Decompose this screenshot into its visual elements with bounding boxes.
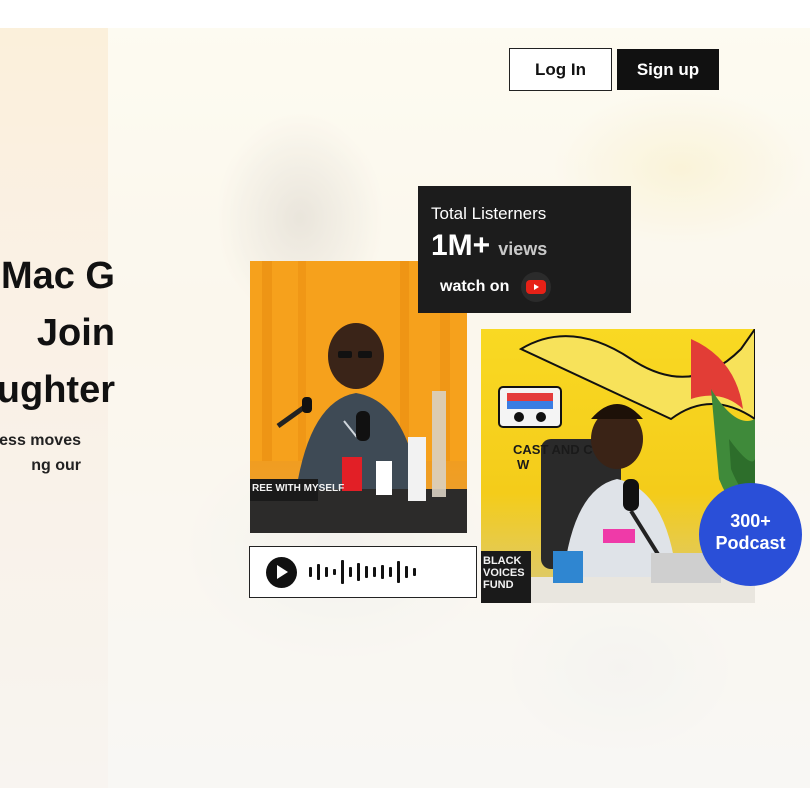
watch-on-youtube-link[interactable]: watch on	[440, 272, 631, 302]
play-triangle	[276, 565, 288, 579]
waveform-bar	[317, 564, 320, 580]
stats-title: Total Listerners	[431, 204, 547, 223]
stats-unit: views	[498, 239, 548, 259]
hero-subtitle: ess moves ng our	[0, 428, 81, 478]
waveform-bar	[349, 567, 352, 577]
waveform-bar	[357, 563, 360, 581]
youtube-icon[interactable]	[521, 272, 552, 302]
waveform-bar	[373, 567, 376, 577]
waveform-bar	[389, 567, 392, 577]
total-listeners-card: Total Listerners 1M+ views watch on	[418, 186, 631, 313]
book-text-line: FUND	[483, 579, 514, 591]
play-icon[interactable]	[266, 556, 297, 588]
stats-value-row: 1M+ views	[431, 230, 631, 262]
youtube-logo-svg	[526, 280, 547, 294]
watch-on-label: watch on	[440, 278, 510, 295]
waveform-bar	[325, 567, 328, 577]
badge-count: 300+	[730, 511, 771, 531]
waveform-bar	[309, 567, 312, 577]
hero-title-line: ughter	[0, 369, 115, 411]
audio-player[interactable]	[249, 546, 477, 598]
audio-waveform	[309, 557, 421, 587]
waveform-bar	[381, 565, 384, 579]
waveform-bar	[341, 560, 344, 584]
hero-title-line: Mac G	[0, 255, 115, 297]
hero-title: Mac G Join ughter	[0, 248, 115, 419]
waveform-bar	[413, 568, 416, 576]
photo2-poster-text-2: W	[517, 457, 530, 472]
waveform-bar	[333, 569, 336, 575]
badge-label: Podcast	[715, 533, 786, 553]
hero-subtitle-line: ng our	[31, 457, 81, 474]
book-text-line: VOICES	[483, 567, 525, 579]
waveform-bar	[365, 566, 368, 578]
book-text-line: BLACK	[483, 555, 522, 567]
podcast-count-badge: 300+ Podcast	[699, 483, 802, 586]
photo1-sign-text: REE WITH MYSELF	[252, 483, 345, 494]
photo2-poster-text: CAST AND C	[513, 442, 593, 457]
signup-button[interactable]: Sign up	[617, 49, 719, 90]
waveform-bar	[397, 561, 400, 583]
waveform-bar	[405, 566, 408, 578]
hero-title-line: Join	[36, 312, 115, 354]
stats-number: 1M+	[431, 229, 491, 262]
photo2-book-text: BLACK VOICES FUND	[483, 555, 525, 591]
hero-subtitle-line: ess moves	[0, 432, 81, 449]
login-button[interactable]: Log In	[509, 48, 612, 91]
